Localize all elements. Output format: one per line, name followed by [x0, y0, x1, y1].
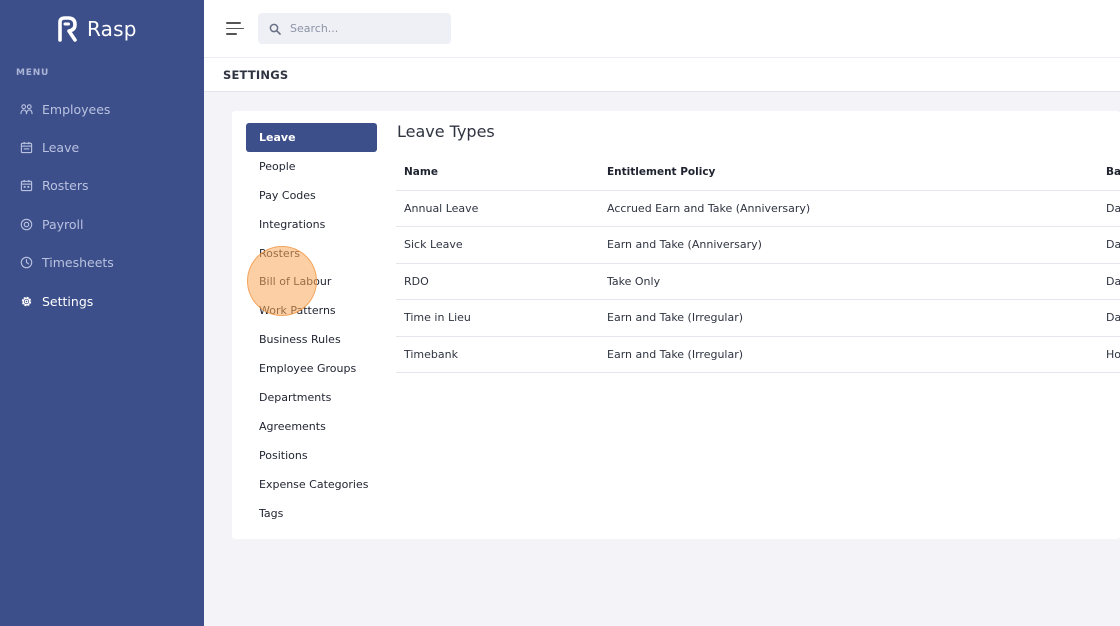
sidebar-item-label: Settings — [42, 293, 94, 309]
topbar — [204, 0, 1120, 58]
settings-nav-work-patterns[interactable]: Work Patterns — [246, 296, 377, 325]
calendar-icon — [20, 141, 33, 154]
leave-types-title: Leave Types — [397, 122, 495, 141]
sidebar-item-employees[interactable]: Employees — [0, 90, 204, 128]
sidebar-item-label: Payroll — [42, 216, 84, 232]
cell-entitlement-policy: Accrued Earn and Take (Anniversary) — [599, 190, 1098, 227]
table-row[interactable]: Timebank Earn and Take (Irregular) Ho — [396, 336, 1120, 373]
settings-nav-departments[interactable]: Departments — [246, 383, 377, 412]
cell-balance: Da — [1098, 190, 1120, 227]
sidebar-item-label: Employees — [42, 101, 111, 117]
settings-nav-employee-groups[interactable]: Employee Groups — [246, 354, 377, 383]
settings-nav-expense-categories[interactable]: Expense Categories — [246, 470, 377, 499]
cell-entitlement-policy: Earn and Take (Irregular) — [599, 336, 1098, 373]
cell-name: Time in Lieu — [396, 299, 599, 337]
sidebar-item-timesheets[interactable]: Timesheets — [0, 244, 204, 282]
cell-balance: Da — [1098, 299, 1120, 337]
settings-nav-leave[interactable]: Leave — [246, 123, 377, 152]
cell-name: Annual Leave — [396, 190, 599, 227]
settings-nav: Leave People Pay Codes Integrations Rost… — [246, 123, 377, 527]
dollar-circle-icon — [20, 218, 33, 231]
cell-name: RDO — [396, 263, 599, 300]
cell-balance: Ho — [1098, 336, 1120, 373]
sidebar-item-rosters[interactable]: Rosters — [0, 167, 204, 205]
column-header-entitlement-policy[interactable]: Entitlement Policy — [599, 154, 1098, 191]
users-icon — [20, 103, 33, 116]
sidebar-item-leave[interactable]: Leave — [0, 128, 204, 166]
gear-icon — [20, 295, 33, 308]
cell-entitlement-policy: Earn and Take (Anniversary) — [599, 226, 1098, 264]
rasp-logo-icon — [58, 16, 77, 42]
cell-entitlement-policy: Take Only — [599, 263, 1098, 300]
sidebar-item-payroll[interactable]: Payroll — [0, 205, 204, 243]
settings-nav-agreements[interactable]: Agreements — [246, 412, 377, 441]
settings-nav-rosters[interactable]: Rosters — [246, 239, 377, 268]
sidebar: Rasp MENU Employees Leave Rosters Payrol… — [0, 0, 204, 626]
menu-toggle-icon[interactable] — [226, 20, 244, 36]
cell-balance: Da — [1098, 226, 1120, 264]
cell-name: Timebank — [396, 336, 599, 373]
settings-nav-pay-codes[interactable]: Pay Codes — [246, 181, 377, 210]
settings-card: Leave People Pay Codes Integrations Rost… — [232, 111, 1120, 539]
sidebar-item-label: Leave — [42, 140, 80, 156]
page-header: SETTINGS — [204, 58, 1120, 92]
sidebar-item-label: Timesheets — [42, 255, 114, 271]
leave-types-table: Name Entitlement Policy Ba Annual Leave … — [396, 154, 1120, 373]
cell-name: Sick Leave — [396, 226, 599, 264]
sidebar-nav: Employees Leave Rosters Payroll Timeshee… — [0, 90, 204, 320]
column-header-name[interactable]: Name — [396, 154, 599, 191]
search-box[interactable] — [258, 13, 451, 44]
settings-nav-bill-of-labour[interactable]: Bill of Labour — [246, 267, 377, 296]
settings-nav-positions[interactable]: Positions — [246, 441, 377, 470]
table-header-row: Name Entitlement Policy Ba — [396, 154, 1120, 191]
column-header-balance[interactable]: Ba — [1098, 154, 1120, 191]
settings-nav-integrations[interactable]: Integrations — [246, 210, 377, 239]
settings-nav-tags[interactable]: Tags — [246, 499, 377, 528]
cell-balance: Da — [1098, 263, 1120, 300]
sidebar-item-label: Rosters — [42, 178, 89, 194]
calendar-grid-icon — [20, 179, 33, 192]
page-title: SETTINGS — [223, 68, 289, 82]
settings-nav-business-rules[interactable]: Business Rules — [246, 325, 377, 354]
clock-icon — [20, 256, 33, 269]
brand-name: Rasp — [87, 17, 137, 41]
search-input[interactable] — [290, 22, 430, 35]
menu-label: MENU — [16, 68, 50, 78]
table-row[interactable]: Annual Leave Accrued Earn and Take (Anni… — [396, 190, 1120, 227]
table-row[interactable]: Time in Lieu Earn and Take (Irregular) D… — [396, 299, 1120, 337]
settings-nav-people[interactable]: People — [246, 152, 377, 181]
table-row[interactable]: Sick Leave Earn and Take (Anniversary) D… — [396, 226, 1120, 264]
cell-entitlement-policy: Earn and Take (Irregular) — [599, 299, 1098, 337]
brand[interactable]: Rasp — [56, 14, 137, 44]
table-row[interactable]: RDO Take Only Da — [396, 263, 1120, 300]
sidebar-item-settings[interactable]: Settings — [0, 282, 204, 320]
search-icon — [269, 23, 281, 35]
